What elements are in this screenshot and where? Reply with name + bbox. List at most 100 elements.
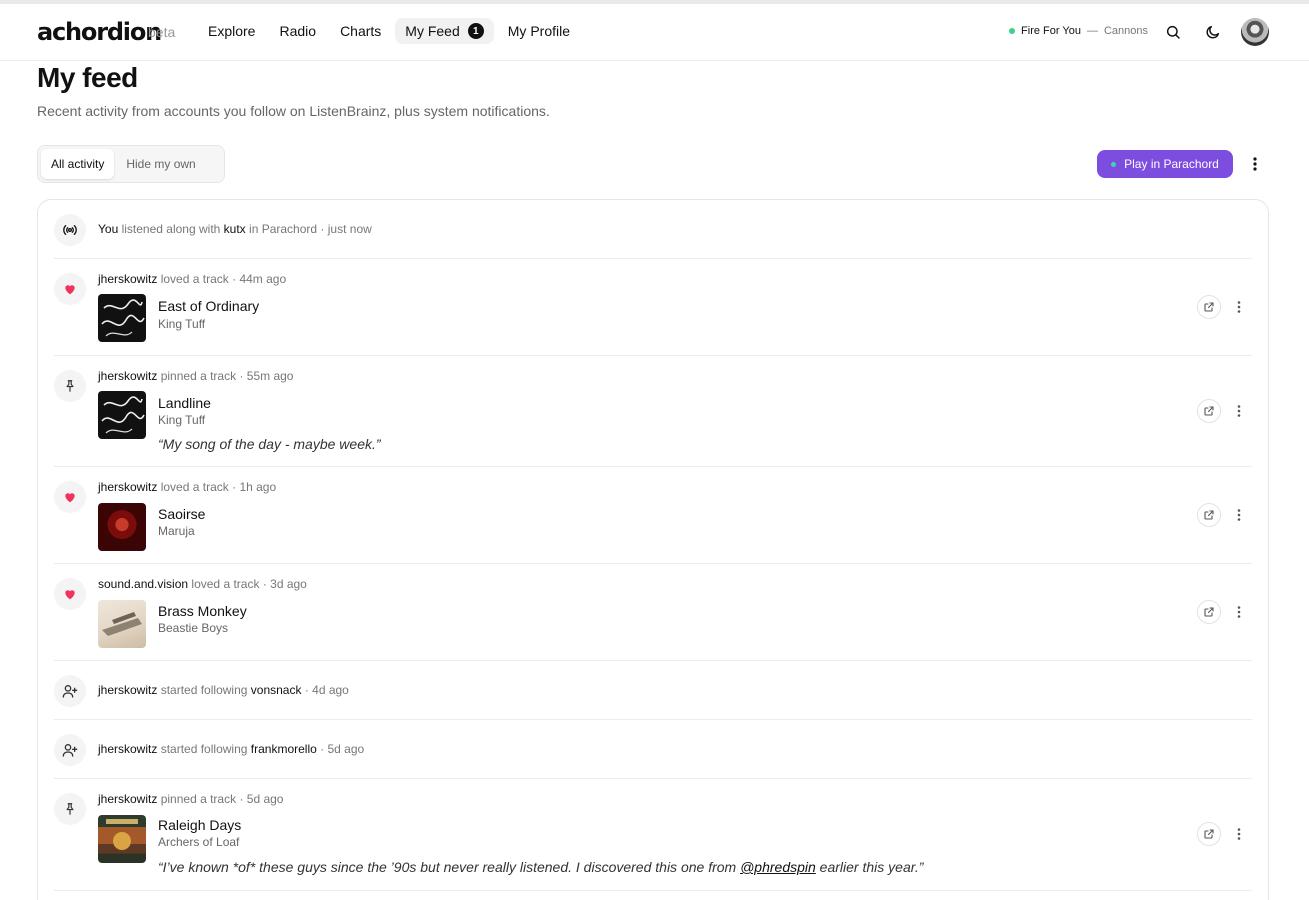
more-options-icon[interactable] bbox=[1230, 503, 1248, 527]
filter-hide-my-own[interactable]: Hide my own bbox=[116, 149, 205, 179]
album-cover[interactable] bbox=[98, 503, 146, 551]
feed-time: 3d ago bbox=[270, 577, 307, 591]
feed-time: 44m ago bbox=[239, 272, 287, 286]
feed-target-user[interactable]: frankmorello bbox=[251, 742, 317, 756]
track-title[interactable]: Brass Monkey bbox=[158, 603, 247, 619]
mention-link[interactable]: @phredspin bbox=[740, 859, 816, 875]
feed-time: 5d ago bbox=[246, 792, 284, 806]
feed-item-track: jherskowitz pinned a track · 5d ago Rale… bbox=[54, 779, 1252, 891]
feed-item-listen: You listened along with kutx in Parachor… bbox=[54, 200, 1252, 259]
nav-explore[interactable]: Explore bbox=[198, 18, 265, 44]
filter-all-activity[interactable]: All activity bbox=[41, 149, 115, 179]
feed-user[interactable]: jherskowitz bbox=[98, 369, 157, 383]
track-title[interactable]: Saoirse bbox=[158, 506, 205, 522]
notification-badge: 1 bbox=[467, 23, 484, 39]
external-link-icon[interactable] bbox=[1197, 503, 1221, 527]
feed-target-user[interactable]: kutx bbox=[224, 222, 246, 236]
heart-icon bbox=[54, 481, 86, 513]
feed-user[interactable]: jherskowitz bbox=[98, 792, 157, 806]
track-artist[interactable]: Archers of Loaf bbox=[158, 835, 239, 849]
track-artist[interactable]: King Tuff bbox=[158, 317, 205, 331]
track-title[interactable]: Raleigh Days bbox=[158, 817, 241, 833]
play-button-label: Play in Parachord bbox=[1124, 157, 1219, 171]
feed-verb: started following bbox=[160, 683, 248, 697]
user-avatar[interactable] bbox=[1241, 18, 1269, 46]
feed-time: 55m ago bbox=[246, 369, 294, 383]
feed-user[interactable]: sound.and.vision bbox=[98, 577, 188, 591]
feed-item-text: sound.and.vision loved a track · 3d ago bbox=[98, 577, 307, 591]
now-playing-artist: Cannons bbox=[1103, 25, 1148, 37]
heart-icon bbox=[54, 273, 86, 305]
page-title: My feed bbox=[37, 62, 138, 93]
feed-user[interactable]: You bbox=[98, 222, 118, 236]
feed-verb: pinned a track bbox=[160, 792, 237, 806]
pin-note: “My song of the day - maybe week.” bbox=[158, 436, 381, 452]
feed-time: just now bbox=[327, 222, 372, 236]
feed-target-user[interactable]: vonsnack bbox=[251, 683, 302, 697]
feed-item-track: jherskowitz loved a track · 44m ago East… bbox=[54, 259, 1252, 356]
feed-item-text: jherskowitz started following frankmorel… bbox=[98, 742, 365, 756]
feed-verb: loved a track bbox=[191, 577, 260, 591]
nav-my-feed[interactable]: My Feed 1 bbox=[395, 18, 494, 44]
app-logo[interactable]: achordion bbox=[37, 18, 162, 46]
external-link-icon[interactable] bbox=[1197, 399, 1221, 423]
track-artist[interactable]: Maruja bbox=[158, 524, 195, 538]
nav-charts[interactable]: Charts bbox=[330, 18, 391, 44]
album-cover[interactable] bbox=[98, 815, 146, 863]
nav-my-profile[interactable]: My Profile bbox=[498, 18, 580, 44]
more-options-icon[interactable] bbox=[1230, 822, 1248, 846]
external-link-icon[interactable] bbox=[1197, 600, 1221, 624]
feed-user[interactable]: jherskowitz bbox=[98, 683, 157, 697]
more-options-icon[interactable] bbox=[1230, 295, 1248, 319]
album-cover[interactable] bbox=[98, 391, 146, 439]
pin-note: “I’ve known *of* these guys since the ’9… bbox=[158, 859, 924, 875]
track-title[interactable]: East of Ordinary bbox=[158, 298, 259, 314]
nav-radio[interactable]: Radio bbox=[269, 18, 326, 44]
feed-item-text: jherskowitz loved a track · 44m ago bbox=[98, 272, 287, 286]
activity-feed: You listened along with kutx in Parachor… bbox=[37, 199, 1269, 900]
feed-item-text: jherskowitz pinned a track · 5d ago bbox=[98, 792, 284, 806]
search-icon[interactable] bbox=[1163, 22, 1183, 42]
feed-verb: started following bbox=[160, 742, 248, 756]
pin-icon bbox=[54, 370, 86, 402]
feed-item-track: sound.and.vision loved a track · 3d ago … bbox=[54, 564, 1252, 661]
feed-verb: loved a track bbox=[160, 480, 229, 494]
album-cover[interactable] bbox=[98, 600, 146, 648]
heart-icon bbox=[54, 578, 86, 610]
external-link-icon[interactable] bbox=[1197, 295, 1221, 319]
page-subtitle: Recent activity from accounts you follow… bbox=[37, 103, 550, 119]
play-in-parachord-button[interactable]: Play in Parachord bbox=[1097, 150, 1233, 178]
top-bar: achordion beta Explore Radio Charts My F… bbox=[0, 4, 1309, 61]
feed-user[interactable]: jherskowitz bbox=[98, 272, 157, 286]
feed-user[interactable]: jherskowitz bbox=[98, 742, 157, 756]
feed-verb: listened along with bbox=[121, 222, 221, 236]
play-status-dot bbox=[1111, 161, 1117, 167]
feed-user[interactable]: jherskowitz bbox=[98, 480, 157, 494]
track-artist[interactable]: King Tuff bbox=[158, 413, 205, 427]
feed-time: 4d ago bbox=[312, 683, 349, 697]
pin-icon bbox=[54, 793, 86, 825]
feed-item-track: jherskowitz pinned a track · 55m ago Lan… bbox=[54, 356, 1252, 467]
feed-suffix: in Parachord bbox=[249, 222, 318, 236]
track-title[interactable]: Landline bbox=[158, 395, 211, 411]
more-options-icon[interactable] bbox=[1246, 155, 1264, 173]
main-nav: Explore Radio Charts My Feed 1 My Profil… bbox=[198, 18, 580, 44]
beta-label: beta bbox=[148, 24, 176, 40]
feed-item-text: You listened along with kutx in Parachor… bbox=[98, 222, 372, 236]
feed-time: 1h ago bbox=[239, 480, 277, 494]
broadcast-icon bbox=[54, 214, 86, 246]
now-playing[interactable]: Fire For You — Cannons bbox=[1009, 25, 1148, 37]
more-options-icon[interactable] bbox=[1230, 600, 1248, 624]
track-artist[interactable]: Beastie Boys bbox=[158, 621, 228, 635]
feed-item-text: jherskowitz loved a track · 1h ago bbox=[98, 480, 277, 494]
album-cover[interactable] bbox=[98, 294, 146, 342]
activity-filter: All activity Hide my own bbox=[37, 145, 225, 183]
external-link-icon[interactable] bbox=[1197, 822, 1221, 846]
now-playing-separator: — bbox=[1086, 25, 1098, 37]
nav-my-feed-label: My Feed bbox=[405, 23, 460, 39]
feed-item-text: jherskowitz pinned a track · 55m ago bbox=[98, 369, 294, 383]
feed-item-track: jherskowitz loved a track · 1h ago Saoir… bbox=[54, 467, 1252, 564]
feed-item-text: jherskowitz started following vonsnack ·… bbox=[98, 683, 349, 697]
moon-icon[interactable] bbox=[1203, 22, 1223, 42]
more-options-icon[interactable] bbox=[1230, 399, 1248, 423]
